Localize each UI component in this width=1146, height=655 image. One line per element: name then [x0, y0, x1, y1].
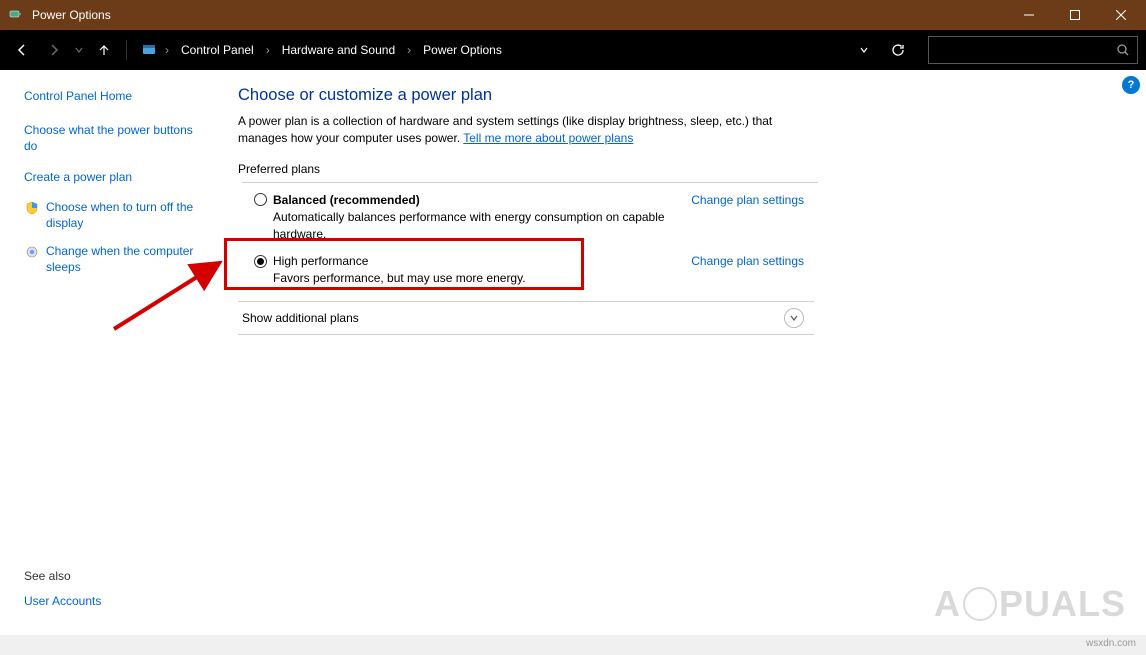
titlebar: Power Options — [0, 0, 1146, 30]
plan-balanced: Balanced (recommended) Automatically bal… — [238, 187, 814, 249]
sidebar: Control Panel Home Choose what the power… — [0, 70, 214, 635]
content-area: ? Control Panel Home Choose what the pow… — [0, 70, 1146, 635]
maximize-button[interactable] — [1052, 0, 1098, 30]
change-settings-balanced[interactable]: Change plan settings — [691, 193, 804, 207]
address-bar[interactable]: › Control Panel › Hardware and Sound › P… — [135, 36, 848, 64]
shield-icon — [24, 200, 40, 216]
minimize-button[interactable] — [1006, 0, 1052, 30]
additional-plans-label: Show additional plans — [242, 311, 784, 325]
breadcrumb-hardware[interactable]: Hardware and Sound — [274, 39, 403, 61]
close-button[interactable] — [1098, 0, 1144, 30]
chevron-right-icon[interactable]: › — [264, 43, 272, 57]
see-also-label: See also — [24, 569, 202, 583]
learn-more-link[interactable]: Tell me more about power plans — [463, 131, 633, 145]
forward-button[interactable] — [40, 36, 68, 64]
address-dropdown[interactable] — [852, 45, 876, 55]
breadcrumb-power[interactable]: Power Options — [415, 39, 510, 61]
plan-high-performance: High performance Favors performance, but… — [238, 248, 814, 293]
control-panel-home-link[interactable]: Control Panel Home — [24, 88, 202, 104]
main-panel: Choose or customize a power plan A power… — [214, 70, 1146, 635]
up-button[interactable] — [90, 36, 118, 64]
sidebar-display-link[interactable]: Choose when to turn off the display — [46, 199, 202, 231]
back-button[interactable] — [8, 36, 36, 64]
window: Power Options › Control Panel › Hardware… — [0, 0, 1146, 635]
search-icon — [1109, 43, 1137, 57]
chevron-down-icon[interactable] — [784, 308, 804, 328]
show-additional-plans[interactable]: Show additional plans — [238, 301, 814, 335]
power-options-icon — [8, 7, 24, 23]
history-dropdown[interactable] — [72, 45, 86, 55]
radio-balanced[interactable] — [254, 193, 267, 206]
plan-high-name[interactable]: High performance — [273, 254, 368, 268]
plan-balanced-name[interactable]: Balanced (recommended) — [273, 193, 420, 207]
shield-icon — [24, 244, 40, 260]
source-label: wsxdn.com — [1086, 638, 1136, 649]
sidebar-create-plan-link[interactable]: Create a power plan — [24, 169, 202, 185]
nav-separator — [126, 40, 127, 60]
chevron-right-icon[interactable]: › — [405, 43, 413, 57]
page-heading: Choose or customize a power plan — [238, 86, 1122, 105]
control-panel-icon — [139, 40, 159, 60]
chevron-right-icon[interactable]: › — [163, 43, 171, 57]
preferred-plans-label: Preferred plans — [238, 162, 1122, 176]
page-description: A power plan is a collection of hardware… — [238, 113, 818, 148]
sidebar-sleeps-link[interactable]: Change when the computer sleeps — [46, 243, 202, 275]
change-settings-high[interactable]: Change plan settings — [691, 254, 804, 268]
radio-high-performance[interactable] — [254, 255, 267, 268]
navigation-bar: › Control Panel › Hardware and Sound › P… — [0, 30, 1146, 70]
watermark: APUALS — [934, 583, 1126, 625]
plan-high-desc: Favors performance, but may use more ene… — [273, 270, 671, 287]
refresh-button[interactable] — [882, 36, 914, 64]
plan-balanced-desc: Automatically balances performance with … — [273, 209, 671, 243]
sidebar-power-buttons-link[interactable]: Choose what the power buttons do — [24, 122, 202, 154]
breadcrumb-control-panel[interactable]: Control Panel — [173, 39, 262, 61]
window-title: Power Options — [32, 8, 1006, 22]
sidebar-user-accounts-link[interactable]: User Accounts — [24, 593, 202, 609]
divider — [242, 182, 818, 183]
search-box[interactable] — [928, 36, 1138, 64]
